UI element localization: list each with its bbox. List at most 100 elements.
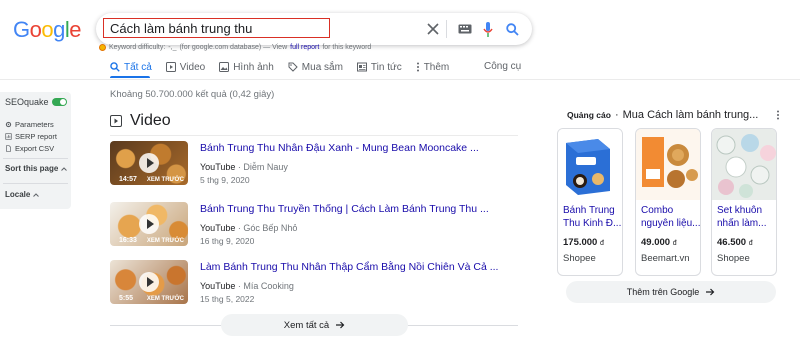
video-thumbnail[interactable]: 5:55 XEM TRƯỚC — [110, 260, 188, 304]
more-on-google-label: Thêm trên Google — [626, 287, 700, 297]
ads-menu-icon[interactable] — [776, 110, 780, 123]
seoquake-toggle[interactable] — [52, 98, 67, 106]
tab-more[interactable]: Thêm — [416, 60, 449, 74]
document-icon — [6, 145, 11, 152]
kd-suffix: for this keyword — [322, 44, 372, 51]
logo-letter: g — [53, 17, 65, 42]
video-result[interactable]: 5:55 XEM TRƯỚC Làm Bánh Trung Thu Nhân T… — [110, 260, 518, 308]
product-price: 46.500 đ — [717, 237, 753, 248]
search-icon[interactable] — [503, 20, 521, 38]
video-thumbnail[interactable]: 14:57 XEM TRƯỚC — [110, 141, 188, 185]
price-currency: đ — [599, 240, 604, 247]
seoquake-divider — [3, 158, 68, 159]
news-icon — [356, 62, 367, 72]
google-logo[interactable]: Google — [13, 17, 82, 43]
seoquake-item-label: SERP report — [15, 132, 57, 141]
video-channel: Diễm Nauy — [243, 162, 288, 172]
product-price: 175.000 đ — [563, 237, 604, 248]
video-result[interactable]: 14:57 XEM TRƯỚC Bánh Trung Thu Nhân Đậu … — [110, 141, 518, 189]
shopping-ads-title: Mua Cách làm bánh trung... — [622, 109, 759, 121]
product-image[interactable] — [712, 129, 776, 200]
seoquake-serp-report[interactable]: SERP report — [5, 132, 57, 141]
seoquake-divider — [3, 183, 68, 184]
video-icon — [110, 115, 122, 127]
product-image[interactable] — [636, 129, 700, 200]
product-title-link[interactable]: Combo nguyên liệu... — [641, 204, 700, 230]
chevron-up-icon — [33, 192, 40, 197]
price-currency: đ — [748, 240, 753, 247]
microphone-icon[interactable] — [479, 20, 497, 38]
video-source: YouTube · Mía Cooking — [200, 281, 294, 291]
seoquake-title: SEOquake — [5, 97, 49, 107]
video-title-link[interactable]: Bánh Trung Thu Truyền Thống | Cách Làm B… — [200, 203, 489, 215]
tabs-divider — [0, 79, 800, 80]
video-preview-label: XEM TRƯỚC — [146, 238, 184, 244]
keyword-difficulty: Keyword difficulty: -,_ (for google.com … — [99, 44, 371, 51]
tab-shopping[interactable]: Mua sắm — [288, 60, 343, 74]
see-all-videos-button[interactable]: Xem tất cả — [221, 314, 408, 336]
search-icon — [110, 62, 120, 72]
price-value: 175.000 — [563, 237, 598, 248]
kd-full-report-link[interactable]: full report — [290, 44, 319, 51]
seoquake-parameters[interactable]: Parameters — [5, 120, 54, 129]
product-ad-card[interactable]: Set khuôn nhấn làm... 46.500 đ Shopee — [711, 128, 777, 276]
seoquake-item-label: Parameters — [15, 120, 54, 129]
seoquake-sort-toggle[interactable]: Sort this page — [5, 164, 68, 173]
product-ad-card[interactable]: Bánh Trung Thu Kinh Đ... 175.000 đ Shope… — [557, 128, 623, 276]
arrow-right-icon — [706, 288, 715, 296]
seoquake-export-csv[interactable]: Export CSV — [5, 144, 54, 153]
video-date: 5 thg 9, 2020 — [200, 175, 250, 185]
video-thumbnail[interactable]: 16:33 XEM TRƯỚC — [110, 202, 188, 246]
active-tab-indicator — [110, 76, 150, 78]
product-title-link[interactable]: Set khuôn nhấn làm... — [717, 204, 776, 230]
tab-label: Mua sắm — [301, 61, 343, 73]
chevron-up-icon — [61, 166, 68, 171]
kd-note: (for google.com database) — View — [179, 44, 288, 51]
video-date: 16 thg 9, 2020 — [200, 236, 255, 246]
clear-icon[interactable] — [424, 20, 442, 38]
video-title-link[interactable]: Bánh Trung Thu Nhân Đậu Xanh - Mung Bean… — [200, 142, 479, 154]
keyboard-icon[interactable] — [456, 20, 474, 38]
see-all-label: Xem tất cả — [283, 319, 330, 331]
video-channel: Góc Bếp Nhỏ — [243, 223, 298, 233]
product-store: Shopee — [717, 253, 750, 264]
search-input[interactable] — [103, 18, 330, 38]
section-divider — [110, 135, 518, 136]
video-icon — [165, 62, 176, 72]
seoquake-item-label: Export CSV — [15, 144, 55, 153]
video-preview-label: XEM TRƯỚC — [146, 296, 184, 302]
play-icon — [139, 153, 159, 173]
tab-video[interactable]: Video — [165, 60, 206, 74]
video-title-link[interactable]: Làm Bánh Trung Thu Nhân Thập Cẩm Bằng Nồ… — [200, 261, 498, 273]
tab-news[interactable]: Tin tức — [356, 60, 402, 74]
semrush-icon — [99, 44, 106, 51]
price-value: 46.500 — [717, 237, 747, 248]
video-section-title: Video — [130, 112, 171, 129]
seoquake-locale-toggle[interactable]: Locale — [5, 190, 40, 199]
shopping-tag-icon — [288, 62, 298, 72]
ads-separator: · — [614, 109, 619, 121]
tab-label: Tất cả — [124, 61, 152, 73]
video-preview-label: XEM TRƯỚC — [146, 177, 184, 183]
seoquake-sort-label: Sort this page — [5, 164, 59, 173]
video-result[interactable]: 16:33 XEM TRƯỚC Bánh Trung Thu Truyền Th… — [110, 202, 518, 250]
product-image[interactable] — [558, 129, 622, 200]
logo-letter: o — [29, 17, 42, 42]
product-store: Shopee — [563, 253, 596, 264]
more-on-google-button[interactable]: Thêm trên Google — [566, 281, 776, 303]
search-box[interactable] — [96, 13, 532, 45]
seoquake-panel: SEOquake Parameters SERP report Export C… — [0, 92, 71, 209]
video-duration: 14:57 — [119, 176, 137, 183]
product-title-link[interactable]: Bánh Trung Thu Kinh Đ... — [563, 204, 622, 230]
report-icon — [5, 133, 12, 140]
sponsored-label: Quảng cáo — [567, 110, 611, 120]
tab-label: Tin tức — [370, 61, 402, 73]
video-date: 15 thg 5, 2022 — [200, 294, 255, 304]
tab-label: Video — [179, 61, 206, 73]
video-source: YouTube · Góc Bếp Nhỏ — [200, 223, 298, 233]
tools-button[interactable]: Công cụ — [484, 61, 521, 72]
tab-images[interactable]: Hình ảnh — [219, 60, 274, 74]
product-ad-card[interactable]: Combo nguyên liệu... 49.000 đ Beemart.vn — [635, 128, 701, 276]
video-platform: YouTube — [200, 223, 236, 233]
tab-all[interactable]: Tất cả — [110, 60, 152, 74]
